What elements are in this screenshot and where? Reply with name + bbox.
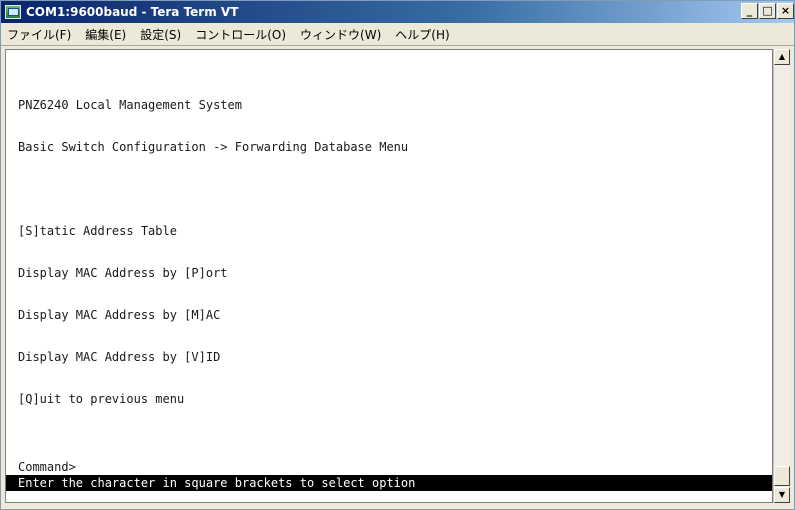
arrow-down-icon[interactable]: ▼ bbox=[774, 487, 790, 503]
menu-path-line: Basic Switch Configuration -> Forwarding… bbox=[18, 140, 409, 154]
minimize-button[interactable]: _ bbox=[741, 3, 758, 19]
title-bar[interactable]: COM1:9600baud - Tera Term VT _ □ × bbox=[1, 1, 794, 23]
maximize-button[interactable]: □ bbox=[759, 3, 776, 19]
menu-setup[interactable]: 設定(S) bbox=[134, 26, 189, 43]
menu-option-by-port: Display MAC Address by [P]ort bbox=[18, 266, 228, 280]
menu-option-static-address: [S]tatic Address Table bbox=[18, 224, 177, 238]
window-title: COM1:9600baud - Tera Term VT bbox=[26, 5, 239, 19]
menu-option-by-mac: Display MAC Address by [M]AC bbox=[18, 308, 221, 322]
menu-option-quit: [Q]uit to previous menu bbox=[18, 392, 185, 406]
menu-edit[interactable]: 編集(E) bbox=[79, 26, 134, 43]
status-line: Enter the character in square brackets t… bbox=[6, 475, 772, 491]
teraterm-window: COM1:9600baud - Tera Term VT _ □ × ファイル(… bbox=[0, 0, 795, 510]
system-name-line: PNZ6240 Local Management System bbox=[18, 98, 242, 112]
teraterm-app-icon[interactable] bbox=[5, 5, 21, 19]
menu-option-by-vid: Display MAC Address by [V]ID bbox=[18, 350, 221, 364]
menu-file[interactable]: ファイル(F) bbox=[1, 26, 79, 43]
close-button[interactable]: × bbox=[777, 3, 794, 19]
menu-control[interactable]: コントロール(O) bbox=[189, 26, 294, 43]
vertical-scrollbar[interactable]: ▲ ▼ bbox=[773, 49, 790, 503]
menu-bar: ファイル(F) 編集(E) 設定(S) コントロール(O) ウィンドウ(W) ヘ… bbox=[1, 23, 794, 46]
caption-buttons: _ □ × bbox=[740, 3, 794, 19]
scroll-thumb[interactable] bbox=[774, 466, 790, 486]
arrow-up-icon[interactable]: ▲ bbox=[774, 49, 790, 65]
terminal-screen[interactable]: PNZ6240 Local Management System Basic Sw… bbox=[5, 49, 773, 503]
menu-help[interactable]: ヘルプ(H) bbox=[389, 26, 457, 43]
terminal-output: PNZ6240 Local Management System Basic Sw… bbox=[18, 70, 766, 434]
command-prompt[interactable]: Command> bbox=[18, 460, 76, 474]
menu-window[interactable]: ウィンドウ(W) bbox=[294, 26, 389, 43]
